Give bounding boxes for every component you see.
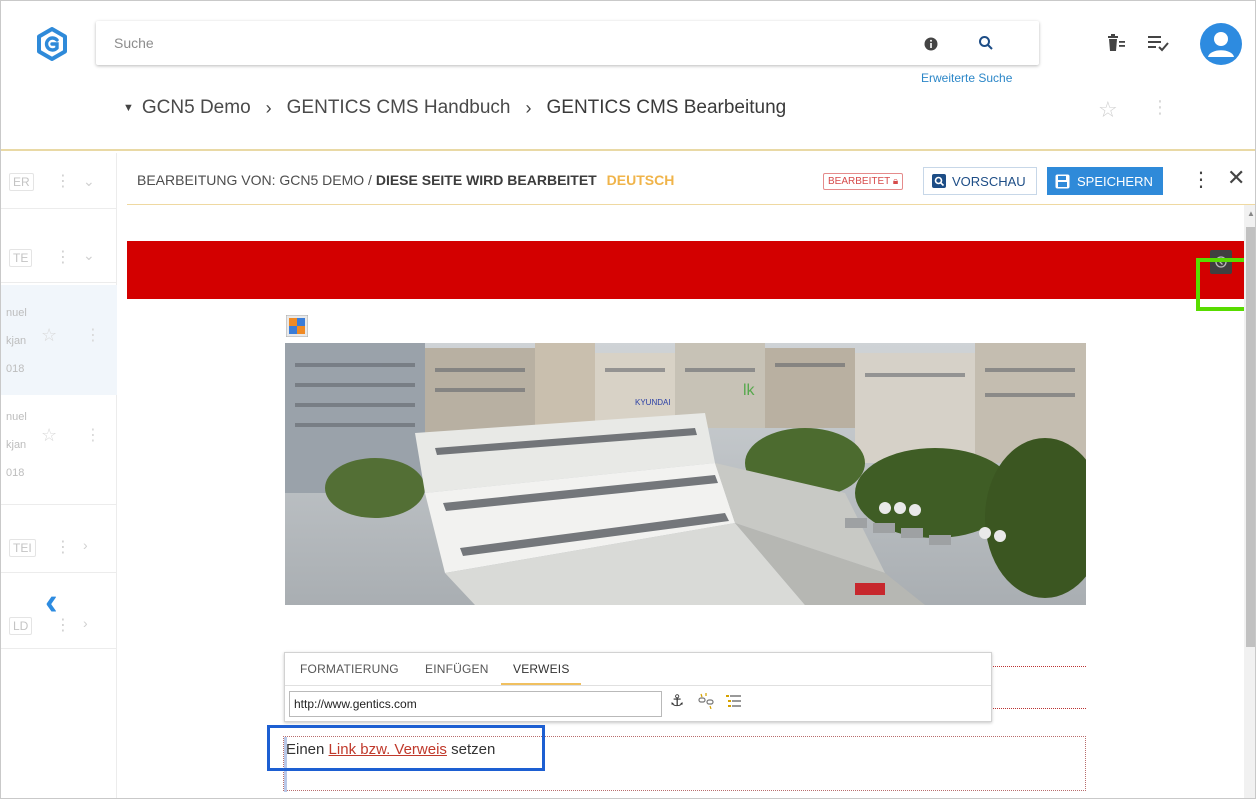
search-box[interactable] <box>96 21 1039 65</box>
chevron-right-icon[interactable]: › <box>83 615 88 631</box>
link-list-icon[interactable] <box>725 693 743 709</box>
list-group-label: TEI <box>9 539 36 557</box>
page-name: DIESE SEITE WIRD BEARBEITET <box>375 172 597 188</box>
list-item-text: nuel kjan 018 <box>6 307 27 375</box>
search-icon[interactable] <box>978 35 994 51</box>
node-name: GCN5 DEMO <box>279 172 365 188</box>
star-icon[interactable]: ☆ <box>41 425 57 446</box>
star-icon[interactable]: ☆ <box>41 325 57 346</box>
editor-toolbar: FORMATIERUNG EINFÜGEN VERWEIS ⚓︎ <box>284 652 992 722</box>
chevron-down-icon[interactable]: ⌄ <box>83 173 95 190</box>
list-item-text: nuel kjan 018 <box>6 411 27 479</box>
scroll-up-arrow-icon[interactable]: ▲ <box>1247 209 1255 218</box>
status-badge: BEARBEITET 🔒︎ <box>823 173 904 190</box>
list-group-header[interactable]: LD ⋮ › <box>1 603 117 649</box>
save-icon <box>1055 174 1070 188</box>
anchor-icon[interactable]: ⚓︎ <box>670 691 684 711</box>
info-icon[interactable] <box>924 37 938 51</box>
highlight-frame-blue <box>267 725 545 771</box>
chevron-right-icon: › <box>525 97 532 118</box>
tab-formatierung[interactable]: FORMATIERUNG <box>300 662 399 676</box>
breadcrumb-item-current[interactable]: GENTICS CMS Bearbeitung <box>547 97 787 119</box>
building-sign: lk <box>743 382 756 399</box>
save-button[interactable]: SPEICHERN <box>1047 167 1163 195</box>
chevron-down-icon[interactable]: ⌄ <box>83 247 95 264</box>
caret-down-icon[interactable]: ▼ <box>123 102 134 114</box>
list-group-header[interactable]: ER ⋮ ⌄ <box>1 153 117 209</box>
message-queue-icon[interactable] <box>1147 33 1169 53</box>
list-group-label: ER <box>9 173 34 191</box>
more-vert-icon[interactable]: ⋮ <box>55 171 71 191</box>
more-vert-icon[interactable]: ⋮ <box>55 247 71 267</box>
office-building-photo: KYUNDAI lk <box>285 343 1086 605</box>
tab-einfuegen[interactable]: EINFÜGEN <box>425 662 489 676</box>
highlight-frame-green <box>1196 258 1244 311</box>
top-header: Erweiterte Suche ▼ GCN5 Demo › GENTICS C… <box>1 1 1255 151</box>
advanced-search-link[interactable]: Erweiterte Suche <box>921 71 1012 85</box>
breadcrumb-item-node[interactable]: GCN5 Demo <box>142 97 251 119</box>
chevron-right-icon: › <box>265 97 272 118</box>
list-group-label: LD <box>9 617 33 635</box>
gentics-logo-icon[interactable] <box>35 27 69 61</box>
preview-icon <box>932 174 946 188</box>
vertical-scrollbar[interactable]: ▲ <box>1244 205 1255 798</box>
item-list-panel: ER ⋮ ⌄ TE ⋮ ⌄ nuel kjan 018 ☆ ⋮ nuel kja… <box>1 153 117 798</box>
search-input[interactable] <box>114 33 894 53</box>
wastebin-icon[interactable] <box>1106 33 1126 53</box>
close-icon[interactable]: ✕ <box>1227 165 1245 191</box>
breadcrumb-item-folder[interactable]: GENTICS CMS Handbuch <box>287 97 511 119</box>
user-avatar[interactable] <box>1200 23 1242 65</box>
page-header-banner <box>127 241 1244 299</box>
link-url-input[interactable] <box>289 691 662 717</box>
list-item[interactable]: nuel kjan 018 ☆ ⋮ <box>1 285 117 395</box>
editable-boundary <box>993 666 1086 667</box>
more-vert-icon[interactable]: ⋮ <box>1151 97 1169 118</box>
more-vert-icon[interactable]: ⋮ <box>55 537 71 557</box>
more-vert-icon[interactable]: ⋮ <box>85 425 101 445</box>
editable-boundary <box>993 708 1086 709</box>
editing-title: BEARBEITUNG VON: GCN5 DEMO / DIESE SEITE… <box>137 172 675 188</box>
tab-verweis[interactable]: VERWEIS <box>513 662 570 676</box>
editor-bar: BEARBEITUNG VON: GCN5 DEMO / DIESE SEITE… <box>127 153 1255 205</box>
building-sign: KYUNDAI <box>635 398 671 407</box>
more-vert-icon[interactable]: ⋮ <box>85 325 101 345</box>
chevron-right-icon[interactable]: › <box>83 537 88 553</box>
toolbar-divider <box>285 685 991 686</box>
preview-button[interactable]: VORSCHAU <box>923 167 1037 195</box>
page-editor-content: KYUNDAI lk FORMATIERUNG EINFÜGEN VERWEIS… <box>127 205 1244 798</box>
user-icon <box>1208 32 1234 57</box>
lock-icon: 🔒︎ <box>892 176 899 187</box>
collapse-panel-chevron-left-icon[interactable]: ‹ <box>45 581 58 624</box>
favourite-star-icon[interactable]: ☆ <box>1098 97 1118 123</box>
language-label[interactable]: DEUTSCH <box>607 172 675 188</box>
list-group-header[interactable]: TE ⋮ ⌄ <box>1 233 117 283</box>
app-window: Erweiterte Suche ▼ GCN5 Demo › GENTICS C… <box>0 0 1256 799</box>
list-item[interactable]: nuel kjan 018 ☆ ⋮ <box>1 395 117 505</box>
list-group-label: TE <box>9 249 33 267</box>
more-vert-icon[interactable]: ⋮ <box>1191 167 1211 192</box>
list-group-header[interactable]: TEI ⋮ › <box>1 523 117 573</box>
breadcrumb: ▼ GCN5 Demo › GENTICS CMS Handbuch › GEN… <box>123 97 786 119</box>
block-handle-icon[interactable] <box>286 315 308 337</box>
remove-link-icon[interactable] <box>697 693 715 709</box>
scrollbar-thumb[interactable] <box>1246 227 1255 647</box>
